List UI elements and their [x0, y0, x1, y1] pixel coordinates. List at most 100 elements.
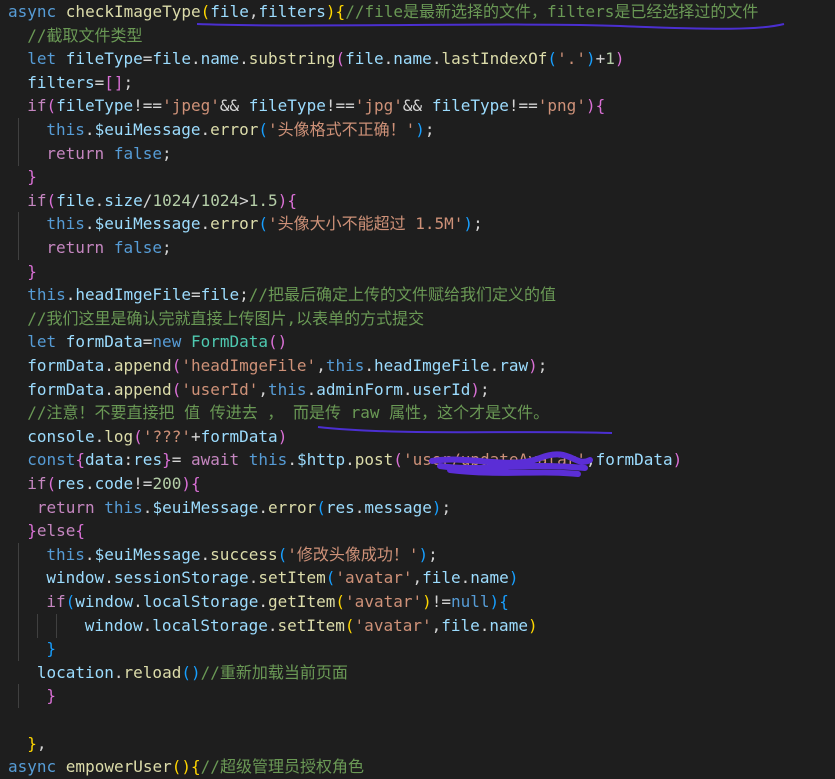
code-content: formData.append('userId',this.adminForm.… [27, 378, 489, 402]
code-token: ( [171, 379, 182, 399]
code-token: //我们这里是确认完就直接上传图片,以表单的方式提交 [27, 308, 425, 328]
code-token: $euiMessage [94, 544, 201, 564]
code-token: file [56, 190, 95, 210]
code-line: async empowerUser(){//超级管理员授权角色 [0, 755, 835, 779]
indent-guide [18, 566, 19, 591]
code-token: fileType [65, 49, 143, 69]
code-token: } [27, 733, 37, 753]
indent-guide [18, 542, 19, 567]
code-token: ) [418, 544, 429, 564]
code-token: ) [489, 592, 500, 611]
code-content: } [27, 165, 37, 189]
code-token: code [94, 474, 134, 493]
code-line: }else{ [0, 519, 835, 543]
code-token: formData [27, 356, 105, 375]
code-line: formData.append('userId',this.adminForm.… [0, 378, 835, 402]
code-token: ) [527, 615, 538, 635]
code-token: } [27, 521, 37, 541]
code-content: if(window.localStorage.getItem('avatar')… [46, 590, 508, 614]
code-content: //我们这里是确认完就直接上传图片,以表单的方式提交 [27, 307, 424, 331]
code-token: { [287, 190, 297, 210]
code-token: getItem [267, 592, 336, 611]
code-token: ; [162, 143, 172, 163]
code-line: } [0, 165, 835, 189]
code-line: const{data:res}= await this.$http.post('… [0, 448, 835, 472]
code-token: setItem [277, 615, 345, 635]
code-line: if(window.localStorage.getItem('avatar')… [0, 590, 835, 614]
code-token: = [142, 332, 153, 352]
code-token: file [152, 49, 191, 69]
code-token: 1 [605, 49, 615, 69]
code-token: != [133, 474, 153, 493]
code-token: window [84, 615, 143, 635]
code-token: = [142, 49, 153, 69]
code-token: '头像格式不正确！' [267, 120, 416, 139]
code-token: . [133, 592, 143, 611]
code-token: name [200, 49, 240, 69]
indent-guide [18, 613, 19, 638]
code-line: location.reload()//重新加载当前页面 [0, 661, 835, 685]
code-token: . [200, 544, 211, 564]
code-token: res [56, 474, 85, 493]
code-token: 'jpg' [354, 96, 403, 116]
code-token: append [113, 379, 172, 399]
code-token: . [479, 615, 490, 635]
code-line: } [0, 260, 835, 284]
code-token: ) [181, 474, 191, 493]
code-content: //注意！不要直接把 值 传进去 ， 而是传 raw 属性，这个才是文件。 [27, 401, 549, 425]
code-token: console [27, 426, 95, 446]
code-token: . [94, 426, 105, 446]
code-content: }else{ [27, 519, 85, 543]
code-token: $euiMessage [152, 497, 259, 517]
code-token: this [104, 497, 143, 517]
code-token: return [46, 238, 114, 257]
code-token: await [190, 450, 249, 470]
code-token: !== [133, 96, 163, 116]
code-token: headImgeFile [75, 285, 191, 305]
code-line: //注意！不要直接把 值 传进去 ， 而是传 raw 属性，这个才是文件。 [0, 401, 835, 425]
code-token: message [364, 497, 432, 517]
code-content: this.headImgeFile=file;//把最后确定上传的文件赋给我们定… [27, 283, 556, 307]
code-line: //截取文件类型 [0, 24, 835, 48]
code-token: error [210, 120, 259, 139]
code-token: //file是最新选择的文件，filters是已经选择过的文件 [345, 2, 759, 21]
code-token: ) [325, 2, 336, 21]
indent-guide [18, 684, 19, 709]
code-content: filters=[]; [27, 71, 133, 95]
code-token: $euiMessage [94, 214, 201, 234]
code-token: 'avatar' [345, 592, 423, 611]
code-token: , [316, 356, 326, 375]
code-content: window.sessionStorage.setItem('avatar',f… [46, 566, 518, 590]
code-token: log [104, 426, 134, 446]
code-token: { [335, 2, 346, 21]
code-token: this [46, 544, 85, 564]
code-token: ( [316, 497, 326, 517]
code-content: return false; [46, 142, 171, 166]
code-token: , [431, 615, 442, 635]
code-token: if [27, 190, 47, 210]
code-token: } [46, 686, 57, 706]
code-token: let [27, 332, 66, 352]
code-content: location.reload()//重新加载当前页面 [27, 661, 348, 685]
code-token: = [171, 450, 191, 470]
code-token: null [451, 592, 490, 611]
code-token: let [27, 49, 66, 69]
code-token: . [364, 356, 374, 375]
code-token: . [200, 120, 211, 139]
code-token: name [489, 615, 528, 635]
code-token: filters [258, 2, 326, 21]
code-token: fileType [248, 96, 326, 116]
code-token: ; [239, 285, 249, 305]
code-token: ) [415, 120, 425, 139]
code-token: error [210, 214, 259, 234]
code-token: && [402, 96, 432, 116]
code-token: adminForm [316, 379, 403, 399]
code-token: ) [277, 426, 288, 446]
code-token: FormData [190, 332, 269, 352]
code-token: 1024 [200, 190, 240, 210]
code-editor[interactable]: async checkImageType(file,filters){//fil… [0, 0, 835, 776]
code-token: !== [325, 96, 355, 116]
code-content: return this.$euiMessage.error(res.messag… [27, 496, 451, 520]
code-token: . [85, 474, 95, 493]
